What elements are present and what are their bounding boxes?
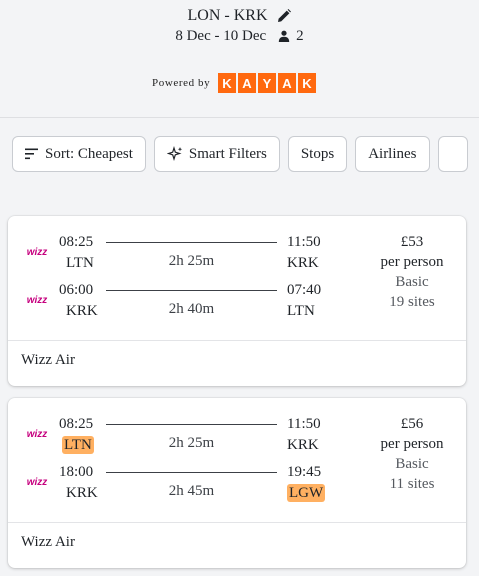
arrival-airport: KRK <box>287 437 319 453</box>
flight-duration: 2h 45m <box>168 483 215 499</box>
departure-time: 18:00 <box>59 464 94 480</box>
stops-filter-button[interactable]: Stops <box>287 136 348 172</box>
sort-button[interactable]: Sort: Cheapest <box>12 136 146 172</box>
smart-filters-label: Smart Filters <box>188 145 267 162</box>
arrival-time: 11:50 <box>287 416 321 432</box>
departure-airport: KRK <box>66 485 98 501</box>
price: £53 <box>400 234 424 250</box>
powered-by: Powered by K A Y A K <box>152 73 317 93</box>
date-range: 8 Dec - 10 Dec <box>175 28 267 44</box>
sort-label: Sort: Cheapest <box>45 145 133 162</box>
price: £56 <box>400 416 424 432</box>
svg-text:wizz: wizz <box>27 477 48 488</box>
arrival-time: 11:50 <box>287 234 321 250</box>
departure-time: 08:25 <box>59 416 94 432</box>
carrier-name: Wizz Air <box>21 534 75 550</box>
airlines-filter-button[interactable]: Airlines <box>355 136 430 172</box>
flight-line <box>106 242 277 243</box>
flight-duration: 2h 25m <box>168 435 215 451</box>
flight-line <box>106 472 277 473</box>
per-person-label: per person <box>380 436 444 452</box>
airlines-label: Airlines <box>368 145 417 162</box>
flight-duration: 2h 40m <box>168 301 215 317</box>
departure-airport: LTN <box>66 255 94 271</box>
departure-time: 06:00 <box>59 282 94 298</box>
route-summary[interactable]: LON - KRK <box>0 6 479 26</box>
svg-text:wizz: wizz <box>27 429 48 440</box>
smart-filters-button[interactable]: Smart Filters <box>153 136 280 172</box>
arrival-airport-highlighted: LGW <box>287 484 326 502</box>
wizz-air-logo: wizz <box>27 247 48 258</box>
edit-icon[interactable] <box>276 8 292 24</box>
more-filters-button[interactable] <box>437 136 468 172</box>
departure-airport-highlighted: LTN <box>62 436 94 454</box>
price-block[interactable]: £53 per person Basic 19 sites <box>368 232 456 312</box>
wizz-air-logo: wizz <box>27 477 48 488</box>
carrier-name: Wizz Air <box>21 352 75 368</box>
arrival-airport: KRK <box>287 255 319 271</box>
flight-duration: 2h 25m <box>168 253 215 269</box>
kayak-letter: K <box>218 73 237 93</box>
sites-count: 19 sites <box>389 294 435 310</box>
kayak-letter: Y <box>258 73 277 93</box>
person-icon <box>278 30 290 42</box>
departure-time: 08:25 <box>59 234 94 250</box>
trip-details[interactable]: 8 Dec - 10 Dec 2 <box>0 27 479 45</box>
sites-count: 11 sites <box>389 476 435 492</box>
route-text: LON - KRK <box>187 7 268 24</box>
filter-bar: Sort: Cheapest Smart Filters Stops Airli… <box>12 136 468 172</box>
divider <box>8 340 466 341</box>
departure-airport: KRK <box>66 303 98 319</box>
powered-by-label: Powered by <box>152 77 211 89</box>
fare-type: Basic <box>395 456 429 472</box>
svg-text:wizz: wizz <box>27 247 48 258</box>
flight-result-card[interactable]: wizz 08:25 LTN 2h 25m 11:50 KRK wizz 18:… <box>8 398 466 568</box>
arrival-time: 19:45 <box>287 464 322 480</box>
svg-text:wizz: wizz <box>27 295 48 306</box>
passenger-count: 2 <box>296 28 304 44</box>
kayak-letter: K <box>298 73 317 93</box>
sort-icon <box>25 148 38 160</box>
arrival-time: 07:40 <box>287 282 322 298</box>
search-header: LON - KRK 8 Dec - 10 Dec 2 Powered by K … <box>0 0 479 118</box>
flight-line <box>106 290 277 291</box>
stops-label: Stops <box>300 145 335 162</box>
arrival-airport: LTN <box>287 303 315 319</box>
fare-type: Basic <box>395 274 429 290</box>
wizz-air-logo: wizz <box>27 429 48 440</box>
per-person-label: per person <box>380 254 444 270</box>
flight-line <box>106 424 277 425</box>
wizz-air-logo: wizz <box>27 295 48 306</box>
sparkle-icon <box>166 146 183 162</box>
price-block[interactable]: £56 per person Basic 11 sites <box>368 414 456 494</box>
kayak-logo: K A Y A K <box>218 73 317 93</box>
divider <box>8 522 466 523</box>
kayak-letter: A <box>278 73 297 93</box>
kayak-letter: A <box>238 73 257 93</box>
flight-result-card[interactable]: wizz 08:25 LTN 2h 25m 11:50 KRK wizz 06:… <box>8 216 466 386</box>
